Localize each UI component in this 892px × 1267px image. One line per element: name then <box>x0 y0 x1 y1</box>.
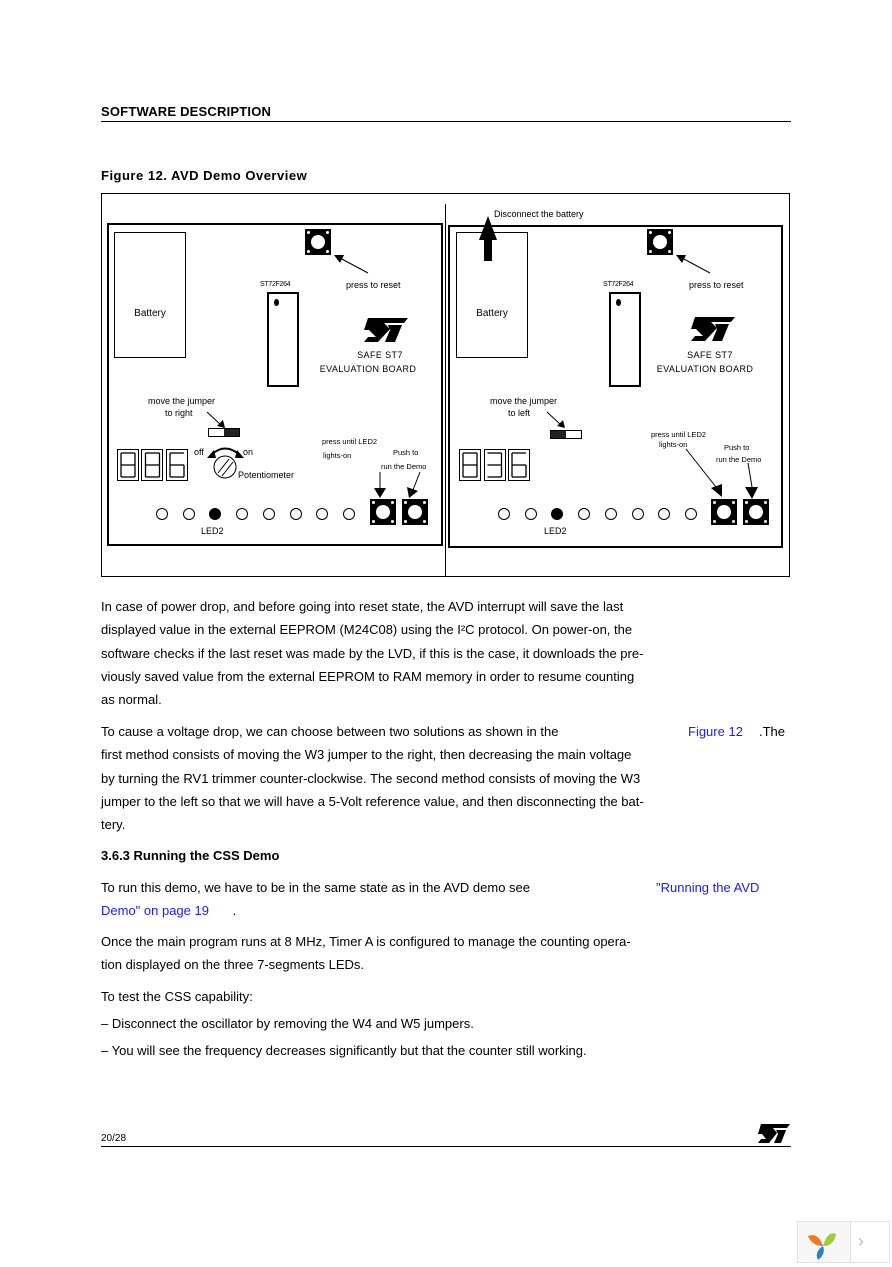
push-label-line1: Push to <box>393 448 419 457</box>
pot-off-label: off <box>194 447 204 457</box>
nav-widget: › <box>797 1221 890 1263</box>
jumper-label-line1: move the jumper <box>148 396 216 406</box>
led <box>631 508 644 520</box>
st-logo-icon <box>691 317 735 341</box>
bullet-item: – Disconnect the oscillator by removing … <box>101 1012 474 1035</box>
running-avd-demo-link[interactable]: "Running the AVD <box>656 876 759 899</box>
battery-label: Battery <box>134 308 166 319</box>
page-number: 20/28 <box>101 1133 127 1144</box>
board-name-line1: SAFE ST7 <box>687 350 733 360</box>
yii-logo-icon[interactable] <box>798 1222 851 1262</box>
jumper-arrow-icon <box>206 411 225 428</box>
disconnect-label: Disconnect the battery <box>494 209 584 219</box>
led <box>524 508 537 520</box>
press-label-line1: press until LED2 <box>651 430 707 439</box>
figure-divider <box>445 204 446 577</box>
board-name-line2: EVALUATION BOARD <box>656 364 754 374</box>
led <box>604 508 617 520</box>
led <box>684 508 697 520</box>
st-logo-icon <box>758 1124 790 1143</box>
st-logo-icon <box>364 318 408 342</box>
paragraph-css-test: To test the CSS capability: <box>101 985 253 1008</box>
text-line: by turning the RV1 trimmer counter-clock… <box>101 770 641 786</box>
reset-arrow-icon <box>334 255 369 274</box>
text-line: as normal. <box>101 692 162 708</box>
led2-label: LED2 <box>201 526 224 536</box>
reset-button <box>647 229 673 255</box>
jumper-arrow-icon <box>546 411 565 428</box>
led <box>262 508 275 520</box>
jumper-label-line2: to left <box>508 408 531 418</box>
led <box>236 508 249 520</box>
demo-button-1 <box>370 499 396 525</box>
text-line: first method consists of moving the W3 j… <box>101 747 632 763</box>
text-line: jumper to the left so that we will have … <box>101 793 644 809</box>
text-line: In case of power drop, and before going … <box>101 599 624 614</box>
text-fragment: .The <box>759 724 786 739</box>
header-rule <box>101 121 791 122</box>
potentiometer-label: Potentiometer <box>238 470 295 480</box>
text-line: – You will see the frequency decreases s… <box>101 1043 587 1058</box>
led <box>578 508 591 520</box>
board-name-line1: SAFE ST7 <box>357 350 403 360</box>
next-arrow-icon[interactable]: › <box>858 1231 864 1252</box>
battery: Battery <box>114 232 186 358</box>
microcontroller-chip <box>267 292 299 387</box>
figure-12-link[interactable]: Figure 12 <box>688 720 743 743</box>
battery-label: Battery <box>476 308 508 319</box>
microcontroller-chip <box>609 292 641 387</box>
paragraph-run-demo: To run this demo, we have to be in the s… <box>101 876 791 923</box>
display-segments <box>120 452 185 478</box>
disconnect-arrow-icon <box>479 216 497 261</box>
push-arrows-icon <box>374 471 421 498</box>
led <box>289 508 302 520</box>
jumper-w3 <box>550 430 582 439</box>
text-line: tery. <box>101 817 126 833</box>
reset-label: press to reset <box>346 280 401 290</box>
press-label-line1: press until LED2 <box>322 437 378 446</box>
text-line: Once the main program runs at 8 MHz, Tim… <box>101 934 631 949</box>
led <box>182 508 195 520</box>
text-line: To test the CSS capability: <box>101 989 253 1004</box>
display-segments <box>462 452 527 478</box>
chip-label: ST72F264 <box>603 281 634 288</box>
text-line: viously saved value from the external EE… <box>101 668 635 684</box>
section-subheading: 3.6.3 Running the CSS Demo <box>101 848 280 863</box>
text-line: To run this demo, we have to be in the s… <box>101 880 530 895</box>
demo-button-2 <box>743 499 769 525</box>
text-fragment: . <box>232 903 237 919</box>
led2-label: LED2 <box>544 526 567 536</box>
jumper-label-line2: to right <box>165 408 193 418</box>
reset-label: press to reset <box>689 280 744 290</box>
figure-title: Figure 12. AVD Demo Overview <box>101 168 308 183</box>
text-line: – Disconnect the oscillator by removing … <box>101 1016 474 1031</box>
jumper-label-line1: move the jumper <box>490 396 558 406</box>
paragraph-voltage-drop: To cause a voltage drop, we can choose b… <box>101 720 791 836</box>
text-line: software checks if the last reset was ma… <box>101 645 644 661</box>
led <box>498 508 510 520</box>
text-line: To cause a voltage drop, we can choose b… <box>101 724 559 739</box>
text-line: tion displayed on the three 7-segments L… <box>101 957 365 973</box>
push-arrows-icon <box>685 448 758 499</box>
reset-button <box>305 229 331 255</box>
jumper-w3 <box>208 428 240 437</box>
demo-button-2 <box>402 499 428 525</box>
section-header: SOFTWARE DESCRIPTION <box>101 104 272 119</box>
board-name-line2: EVALUATION BOARD <box>319 364 417 374</box>
bullet-item: – You will see the frequency decreases s… <box>101 1039 587 1062</box>
footer-rule <box>101 1146 791 1147</box>
paragraph-timer: Once the main program runs at 8 MHz, Tim… <box>101 930 631 977</box>
text-line: displayed value in the external EEPROM (… <box>101 622 633 638</box>
reset-arrow-icon <box>676 255 711 274</box>
led <box>156 508 168 520</box>
led <box>342 508 355 520</box>
chip-label: ST72F264 <box>260 281 291 288</box>
paragraph-power-drop: In case of power drop, and before going … <box>101 595 643 711</box>
press-label-line2: lights-on <box>323 451 352 460</box>
demo-button-1 <box>711 499 737 525</box>
running-avd-demo-link-cont[interactable]: Demo" on page 19 <box>101 903 209 918</box>
